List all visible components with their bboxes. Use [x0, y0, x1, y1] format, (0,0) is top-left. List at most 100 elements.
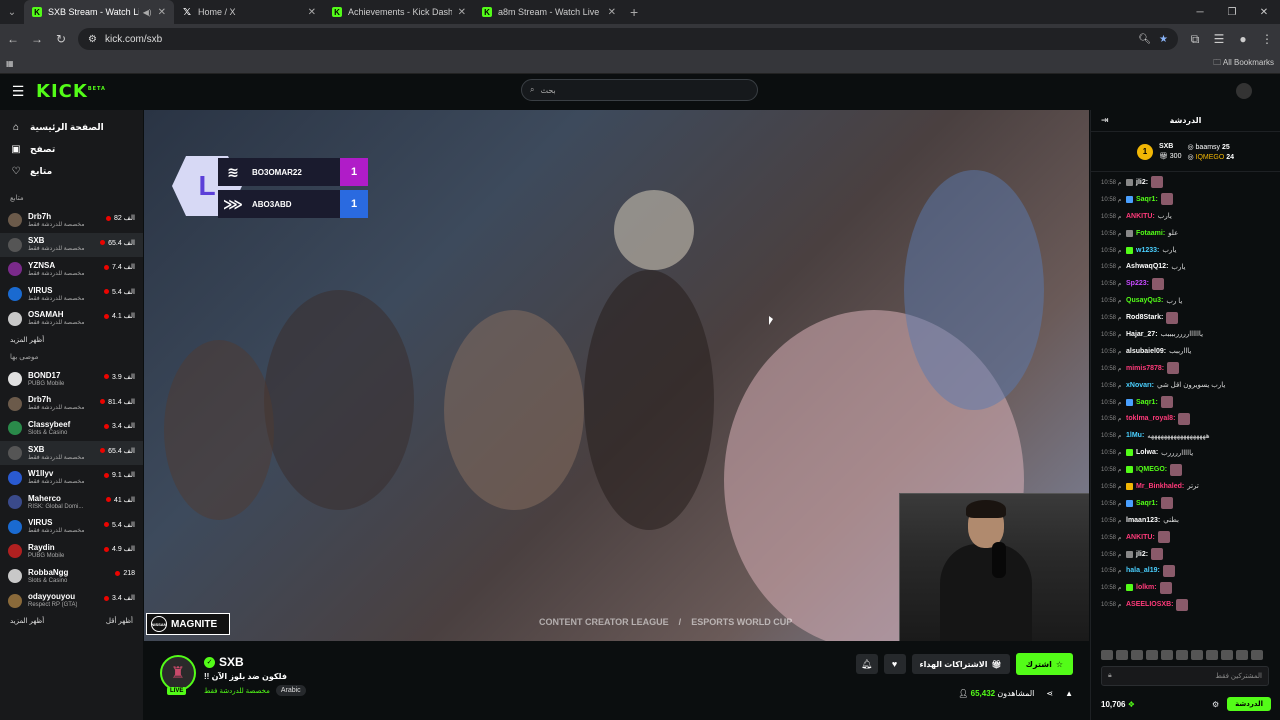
audio-icon[interactable]: ◀) — [143, 8, 152, 17]
message-username[interactable]: AshwaqQ12: — [1126, 263, 1168, 270]
chat-settings-icon[interactable]: ⚙ — [1212, 700, 1219, 709]
zoom-icon[interactable]: 🔍︎ — [1138, 34, 1151, 45]
emote-icon[interactable] — [1191, 650, 1203, 660]
message-username[interactable]: xNovarı: — [1126, 382, 1154, 389]
chat-message[interactable]: 10:58 م jli2: — [1101, 546, 1272, 563]
sidebar-channel[interactable]: Drb7h مخصصة للدردشة فقط 81.4 الف — [0, 392, 143, 417]
chat-message[interactable]: 10:58 م xNovarı: يارب يسويرون اقل شي — [1101, 377, 1272, 394]
chat-message[interactable]: 10:58 م Lolwa: ياااااررررب — [1101, 444, 1272, 461]
message-username[interactable]: Mr_Binkhaled: — [1136, 483, 1184, 490]
reload-icon[interactable]: ↻ — [54, 32, 68, 46]
close-tab-icon[interactable]: ✕ — [458, 7, 466, 18]
sidebar-channel[interactable]: SXB مخصصة للدردشة فقط 65.4 الف — [0, 440, 143, 466]
chat-message[interactable]: 10:58 م mimis7878: — [1101, 360, 1272, 377]
site-info-icon[interactable]: ⚙ — [88, 34, 97, 45]
streamer-name[interactable]: ✓ SXB — [204, 655, 244, 669]
message-username[interactable]: Saqr1: — [1136, 196, 1158, 203]
show-less-link[interactable]: أظهر أقل — [106, 617, 133, 625]
sidebar-channel[interactable]: Raydin PUBG Mobile 4.9 الف — [0, 539, 143, 564]
message-username[interactable]: lolkm: — [1136, 584, 1157, 591]
message-username[interactable]: Lolwa: — [1136, 449, 1158, 456]
message-username[interactable]: w1233: — [1136, 247, 1159, 254]
emote-icon[interactable] — [1221, 650, 1233, 660]
sidebar-channel[interactable]: YZNSA مخصصة للدردشة فقط 7.4 الف — [0, 257, 143, 282]
close-window-icon[interactable]: ✕ — [1248, 7, 1280, 18]
menu-icon[interactable]: ⋮ — [1260, 32, 1274, 46]
sidebar-channel[interactable]: BOND17 PUBG Mobile 3.9 الف — [0, 367, 143, 392]
nav-item[interactable]: ⌂ الصفحة الرئيسية — [0, 116, 143, 138]
close-tab-icon[interactable]: ✕ — [608, 7, 616, 18]
message-username[interactable]: Saqr1: — [1136, 500, 1158, 507]
chat-message[interactable]: 10:58 م Fotaami: علو — [1101, 225, 1272, 242]
chat-message[interactable]: 10:58 م ANKITU: يارب — [1101, 208, 1272, 225]
message-username[interactable]: ANKITU: — [1126, 534, 1155, 541]
favorite-heart-icon[interactable]: ♥ — [883, 654, 906, 674]
all-bookmarks-link[interactable]: 🗀 All Bookmarks — [1213, 57, 1274, 71]
nav-item[interactable]: ♡ متابع — [0, 160, 143, 182]
sidebar-channel[interactable]: Drb7h مخصصة للدردشة فقط 82 الف — [0, 208, 143, 233]
new-tab-icon[interactable]: + — [630, 4, 638, 20]
message-username[interactable]: mimis7878: — [1126, 365, 1164, 372]
message-username[interactable]: jli2: — [1136, 551, 1148, 558]
kick-logo[interactable]: KICKBETA — [36, 81, 106, 102]
message-username[interactable]: ANKITU: — [1126, 213, 1155, 220]
chat-message[interactable]: 10:58 م Mr_Binkhaled: ترتر — [1101, 478, 1272, 495]
message-username[interactable]: hala_al19: — [1126, 567, 1160, 574]
sidebar-channel[interactable]: SXB مخصصة للدردشة فقط 65.4 الف — [0, 232, 143, 258]
chat-messages[interactable]: 10:58 م jli2: 10:58 م Saqr1: 10:58 م ANKITU: ي… — [1091, 172, 1280, 636]
emote-icon[interactable] — [1161, 650, 1173, 660]
browser-tab[interactable]: Ka8m Stream - Watch Live on K ✕ — [474, 0, 624, 24]
forward-icon[interactable]: → — [30, 32, 44, 46]
chat-message[interactable]: 10:58 م toklma_royal8: — [1101, 410, 1272, 427]
message-username[interactable]: ASEELIOSXB: — [1126, 601, 1173, 608]
streamer-avatar[interactable]: ♜ — [160, 655, 196, 691]
show-more-link-2[interactable]: أظهر المزيد — [10, 617, 44, 625]
message-username[interactable]: toklma_royal8: — [1126, 415, 1175, 422]
emote-icon[interactable] — [1146, 650, 1158, 660]
chat-message[interactable]: 10:58 م AshwaqQ12: يارب — [1101, 258, 1272, 275]
chat-message[interactable]: 10:58 م Saqr1: — [1101, 394, 1272, 411]
browser-tab[interactable]: 𝕏 Home / X ✕ — [174, 0, 324, 24]
collapse-chat-icon[interactable]: ⇥ — [1101, 115, 1109, 126]
chat-message[interactable]: 10:58 م ANKITU: — [1101, 529, 1272, 546]
gift-subs-button[interactable]: الاشتراكات الهداء 🎁︎ — [911, 654, 1010, 674]
message-username[interactable]: Fotaami: — [1136, 230, 1165, 237]
profile-icon[interactable]: ● — [1236, 32, 1250, 46]
chat-message[interactable]: 10:58 م lolkm: — [1101, 579, 1272, 596]
back-icon[interactable]: ← — [6, 32, 20, 46]
language-tag[interactable]: Arabic — [275, 685, 306, 696]
address-bar[interactable]: ⚙ kick.com/sxb 🔍︎ ★ — [78, 28, 1178, 50]
sidebar-channel[interactable]: Classybeef Slots & Casino 3.4 الف — [0, 416, 143, 441]
maximize-icon[interactable]: ❐ — [1216, 7, 1248, 18]
chat-message[interactable]: 10:58 م Saqr1: — [1101, 495, 1272, 512]
message-username[interactable]: jli2: — [1136, 179, 1148, 186]
close-tab-icon[interactable]: ✕ — [308, 7, 316, 18]
message-username[interactable]: IQMEGO: — [1136, 466, 1167, 473]
chat-message[interactable]: 10:58 م hala_al19: — [1101, 562, 1272, 579]
browser-tab[interactable]: K SXB Stream - Watch Live on ◀) ✕ — [24, 0, 174, 24]
chat-message[interactable]: 10:58 م ASEELIOSXB: — [1101, 596, 1272, 613]
video-player[interactable]: L ≋ BO3OMAR22 1 ⋙ ABO3ABD 1 NISSAN MAGNI… — [144, 110, 1089, 641]
chat-message[interactable]: 10:58 م lmaan123: بطني — [1101, 512, 1272, 529]
emote-icon[interactable] — [1116, 650, 1128, 660]
chat-message[interactable]: 10:58 م alsubaiel09: يااارببب — [1101, 343, 1272, 360]
message-username[interactable]: Hajar_27: — [1126, 331, 1158, 338]
close-tab-icon[interactable]: ✕ — [158, 7, 166, 18]
chat-message[interactable]: 10:58 م Hajar_27: يااااااررررببببب — [1101, 326, 1272, 343]
follow-button[interactable]: اشترك ☆ — [1015, 653, 1073, 675]
emote-icon[interactable] — [1131, 650, 1143, 660]
channel-points[interactable]: 10,706 ❖ — [1101, 700, 1135, 709]
chat-message[interactable]: 10:58 م Saqr1: — [1101, 191, 1272, 208]
sidebar-channel[interactable]: Maherco RISK: Global Domi... 41 الف — [0, 490, 143, 515]
emote-icon[interactable] — [1101, 650, 1113, 660]
chat-message[interactable]: 10:58 م QusayQu3: يا رب — [1101, 292, 1272, 309]
share-icon[interactable]: ⋖ — [1046, 689, 1053, 698]
message-username[interactable]: Rod8Stark: — [1126, 314, 1163, 321]
user-avatar[interactable] — [1236, 83, 1252, 99]
sidebar-channel[interactable]: OSAMAH مخصصة للدردشة فقط 4.1 الف — [0, 306, 143, 331]
extensions-icon[interactable]: ⧉ — [1188, 32, 1202, 47]
chat-message[interactable]: 10:58 م w1233: يارب — [1101, 242, 1272, 259]
sidebar-channel[interactable]: odayyouyou Respect RP (GTA) 3.4 الف — [0, 588, 143, 613]
sidebar-channel[interactable]: W1llyv مخصصة للدردشة فقط 9.1 الف — [0, 465, 143, 490]
category-link[interactable]: مخصصة للدردشة فقط — [204, 687, 270, 695]
